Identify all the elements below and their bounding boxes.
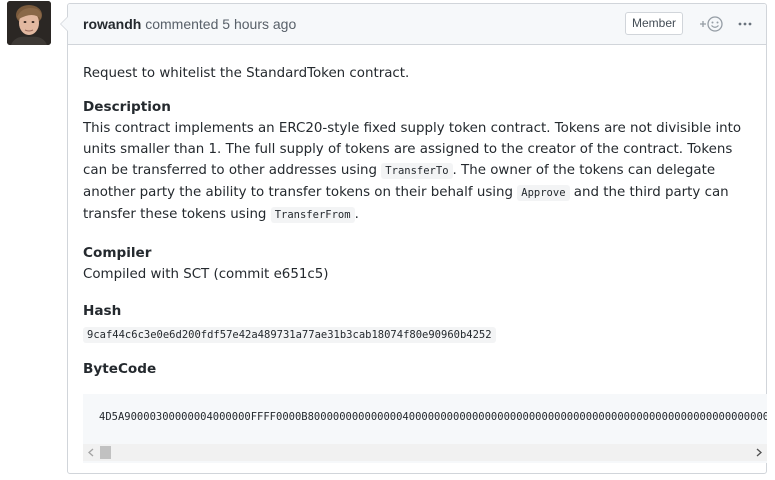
description-section: Description This contract implements an … (83, 97, 755, 226)
bytecode-section: ByteCode (83, 359, 156, 380)
kebab-horizontal-icon[interactable] (737, 16, 753, 32)
chevron-left-icon[interactable] (86, 447, 96, 458)
comment-header: rowandh commented 5 hours ago Member (68, 4, 766, 45)
compiler-section: Compiler Compiled with SCT (commit e651c… (83, 243, 328, 285)
compiler-heading: Compiler (83, 245, 152, 261)
bytecode-block: 4D5A90000300000004000000FFFF0000B8000000… (83, 394, 767, 463)
description-heading: Description (83, 99, 171, 115)
author-link[interactable]: rowandh (83, 16, 141, 32)
smiley-plus-icon[interactable] (698, 15, 726, 33)
member-badge: Member (625, 12, 684, 35)
chevron-right-icon[interactable] (754, 447, 764, 458)
hash-heading: Hash (83, 303, 122, 319)
bytecode-value: 4D5A90000300000004000000FFFF0000B8000000… (99, 411, 767, 423)
bytecode-heading: ByteCode (83, 361, 157, 377)
hash-section: Hash 9caf44c6c3e0e6d200fdf57e42a489731a7… (83, 301, 496, 343)
compiler-text: Compiled with SCT (commit e651c5) (83, 267, 329, 282)
horizontal-scrollbar[interactable] (83, 444, 767, 461)
comment-action: commented (145, 16, 219, 32)
avatar[interactable] (7, 1, 51, 45)
code-transferto: TransferTo (381, 163, 453, 179)
code-transferfrom: TransferFrom (270, 207, 355, 223)
intro-text: Request to whitelist the StandardToken c… (83, 66, 410, 81)
scrollbar-thumb[interactable] (100, 446, 111, 459)
comment-meta: rowandh commented 5 hours ago (83, 16, 296, 32)
code-approve: Approve (517, 185, 570, 201)
comment-timestamp[interactable]: 5 hours ago (222, 16, 296, 32)
hash-value: 9caf44c6c3e0e6d200fdf57e42a489731a77ae31… (83, 327, 496, 343)
description-text: This contract implements an ERC20-style … (83, 121, 742, 223)
comment-box: rowandh commented 5 hours ago Member Req… (60, 3, 767, 474)
